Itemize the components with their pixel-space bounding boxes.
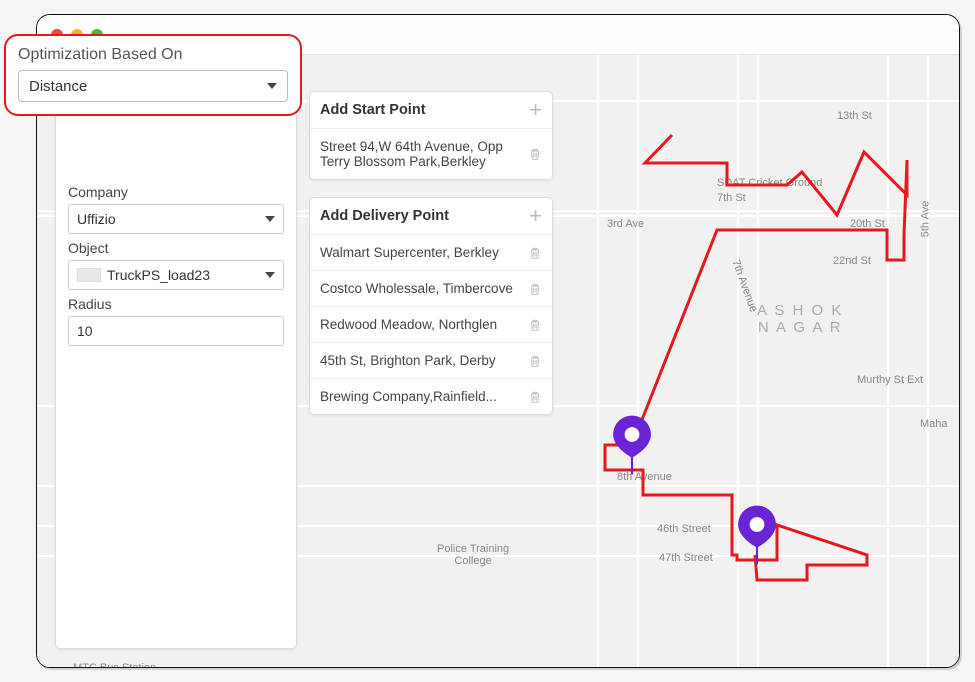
address-text: Walmart Supercenter, Berkley (320, 245, 528, 260)
panel-title: Add Delivery Point (320, 208, 449, 224)
radius-value: 10 (77, 323, 93, 339)
address-text: Redwood Meadow, Northglen (320, 317, 528, 332)
map-marker-icon[interactable] (736, 505, 778, 565)
address-text: Street 94,W 64th Avenue, Opp Terry Bloss… (320, 139, 528, 169)
trash-icon[interactable] (528, 390, 542, 404)
optimization-label: Optimization Based On (18, 46, 288, 64)
company-label: Company (68, 184, 284, 200)
optimization-value: Distance (29, 78, 87, 95)
chevron-down-icon (265, 216, 275, 222)
trash-icon[interactable] (528, 147, 542, 161)
radius-label: Radius (68, 296, 284, 312)
company-select[interactable]: Uffizio (68, 204, 284, 234)
list-item: 45th St, Brighton Park, Derby (310, 343, 552, 379)
address-text: 45th St, Brighton Park, Derby (320, 353, 528, 368)
trash-icon[interactable] (528, 318, 542, 332)
settings-sidebar: Company Uffizio Object TruckPS_load23 Ra… (55, 71, 297, 649)
object-select[interactable]: TruckPS_load23 (68, 260, 284, 290)
list-item: Walmart Supercenter, Berkley (310, 235, 552, 271)
color-swatch-icon (77, 268, 101, 282)
list-item: Brewing Company,Rainfield... (310, 379, 552, 414)
list-item: Redwood Meadow, Northglen (310, 307, 552, 343)
delivery-point-panel: Add Delivery Point + Walmart Supercenter… (309, 197, 553, 415)
object-label: Object (68, 240, 284, 256)
chevron-down-icon (265, 272, 275, 278)
start-point-panel: Add Start Point + Street 94,W 64th Avenu… (309, 91, 553, 180)
optimization-select[interactable]: Distance (18, 70, 288, 102)
plus-icon[interactable]: + (529, 102, 542, 118)
object-value: TruckPS_load23 (107, 267, 210, 283)
address-text: Costco Wholessale, Timbercove (320, 281, 528, 296)
list-item: Costco Wholessale, Timbercove (310, 271, 552, 307)
address-text: Brewing Company,Rainfield... (320, 389, 528, 404)
optimization-callout: Optimization Based On Distance (4, 34, 302, 116)
plus-icon[interactable]: + (529, 208, 542, 224)
trash-icon[interactable] (528, 246, 542, 260)
app-canvas: 13th St 3rd Ave 7th St 20th St 22nd St 5… (37, 55, 959, 668)
trash-icon[interactable] (528, 282, 542, 296)
radius-input[interactable]: 10 (68, 316, 284, 346)
map-marker-icon[interactable] (611, 415, 653, 475)
list-item: Street 94,W 64th Avenue, Opp Terry Bloss… (310, 129, 552, 179)
chevron-down-icon (267, 83, 277, 89)
company-value: Uffizio (77, 211, 116, 227)
trash-icon[interactable] (528, 354, 542, 368)
panel-title: Add Start Point (320, 102, 426, 118)
